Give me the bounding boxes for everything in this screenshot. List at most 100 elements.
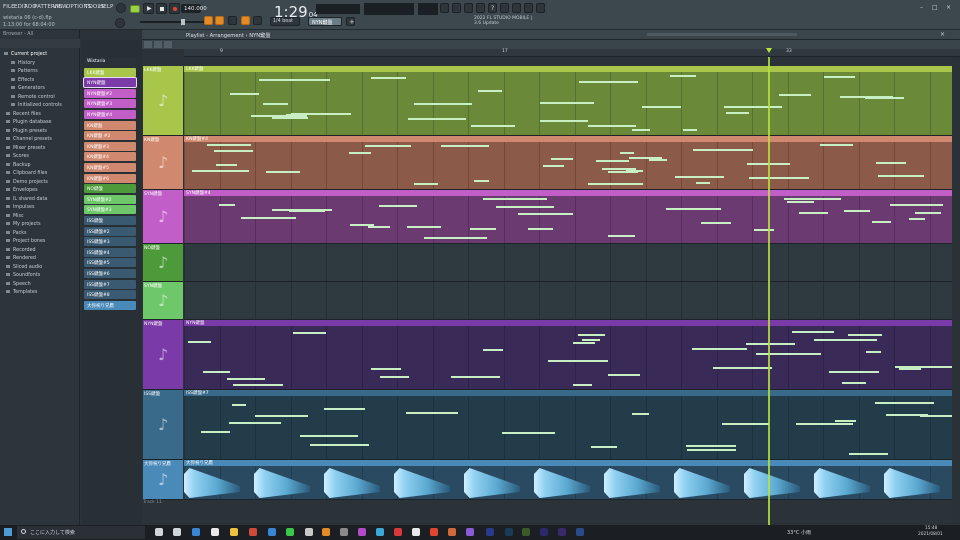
blend-orange-button[interactable] — [215, 16, 224, 25]
browser-item-6[interactable]: Initialized controls — [11, 103, 62, 108]
browser-item-3[interactable]: Effects — [11, 78, 34, 83]
close-icon[interactable]: × — [946, 4, 951, 11]
tool-select-icon[interactable] — [164, 41, 172, 48]
channel-rack-button[interactable] — [464, 3, 473, 13]
browser-item-13[interactable]: Backup — [6, 163, 31, 168]
browser-item-11[interactable]: Mixer presets — [6, 146, 45, 151]
pattern-item[interactable]: KN鍵盤#3 — [84, 141, 136, 151]
track-header[interactable]: NYN鍵盤 ♪ — [143, 320, 183, 390]
line-icon[interactable] — [286, 528, 294, 536]
pattern-item[interactable]: KN鍵盤 #2 — [84, 131, 136, 141]
pattern-item[interactable]: ISS鍵盤#2 — [84, 226, 136, 236]
pencil-tool-button[interactable] — [241, 16, 250, 25]
pattern-item[interactable]: KN鍵盤 — [84, 120, 136, 130]
browser-item-26[interactable]: Soundfonts — [6, 273, 40, 278]
browser-item-24[interactable]: Rendered — [6, 256, 36, 261]
add-pattern-button[interactable]: + — [346, 17, 355, 26]
mixer-button[interactable] — [476, 3, 485, 13]
browser-item-22[interactable]: Project bones — [6, 239, 45, 244]
mail-icon[interactable] — [192, 528, 200, 536]
maximize-icon[interactable]: □ — [932, 4, 938, 11]
tool-button-a[interactable] — [228, 16, 237, 25]
clip-header[interactable]: LKK鍵盤 — [184, 66, 952, 72]
play-button[interactable]: ▶ — [143, 3, 154, 14]
pattern-item[interactable]: NYN鍵盤#3 — [84, 99, 136, 109]
playlist-track[interactable]: ISS鍵盤#7 — [184, 390, 952, 460]
browser-item-1[interactable]: History — [11, 61, 35, 66]
pattern-item[interactable]: NYN鍵盤#2 — [84, 88, 136, 98]
browser-item-20[interactable]: My projects — [6, 222, 41, 227]
browser-item-15[interactable]: Demo projects — [6, 180, 48, 185]
browser-item-10[interactable]: Channel presets — [6, 137, 52, 142]
windows-start-icon[interactable] — [4, 528, 12, 536]
clip-header[interactable]: KN鍵盤#4 — [184, 136, 952, 142]
track-header[interactable]: ISS鍵盤 ♪ — [143, 390, 183, 460]
playlist-track[interactable]: KN鍵盤#4 — [184, 136, 952, 190]
app-icon-g[interactable] — [466, 528, 474, 536]
vertical-scrollbar[interactable] — [952, 57, 960, 525]
track-header[interactable]: SYN鍵盤 ♪ — [143, 190, 183, 244]
pattern-item[interactable]: Wistaria — [84, 57, 136, 66]
app-icon-a[interactable] — [340, 528, 348, 536]
pattern-item[interactable]: KN鍵盤#6 — [84, 173, 136, 183]
pattern-item[interactable]: SYN鍵盤#3 — [84, 205, 136, 215]
browser-item-21[interactable]: Packs — [6, 231, 27, 236]
task-view-icon[interactable] — [155, 528, 163, 536]
snap-orange-button[interactable] — [204, 16, 213, 25]
after-effects-icon[interactable] — [558, 528, 566, 536]
master-volume-knob[interactable] — [116, 3, 126, 13]
browser-item-7[interactable]: Recent files — [6, 112, 41, 117]
snap-select[interactable]: 1/4 beat — [270, 17, 300, 26]
clip-header[interactable]: 大弥祝り兄鷹 — [184, 460, 952, 466]
app-icon-red[interactable] — [249, 528, 257, 536]
playlist-track[interactable]: NYN鍵盤 — [184, 320, 952, 390]
weather-status[interactable]: 33°C 小雨 — [787, 529, 811, 536]
app-icon-b[interactable] — [358, 528, 366, 536]
news-panel[interactable]: 2022 FL STUDIO MOBILE | 3.6 Update — [474, 16, 532, 26]
pattern-item[interactable]: NO鍵盤 — [84, 184, 136, 194]
clip-header[interactable]: NYN鍵盤 — [184, 320, 952, 326]
pattern-item[interactable]: KN鍵盤#5 — [84, 163, 136, 172]
browser-item-28[interactable]: Templates — [6, 290, 37, 295]
tool-button-b[interactable] — [253, 16, 262, 25]
browser-item-2[interactable]: Patterns — [11, 69, 38, 74]
playhead-line[interactable] — [768, 57, 770, 525]
app-icon-d[interactable] — [394, 528, 402, 536]
clock-date[interactable]: 2021/08/01 — [918, 532, 943, 537]
clip-header[interactable]: SYN鍵盤#4 — [184, 190, 952, 196]
pattern-item[interactable]: 大弥祝り兄鷹 — [84, 300, 136, 310]
browser-item-5[interactable]: Remote control — [11, 95, 55, 100]
app-icon-c[interactable] — [376, 528, 384, 536]
fl-studio-taskbar-icon[interactable] — [322, 528, 330, 536]
app-icon-f[interactable] — [448, 528, 456, 536]
pattern-item[interactable]: LKK鍵盤 — [84, 67, 136, 77]
premiere-icon[interactable] — [486, 528, 494, 536]
taskbar-search-box[interactable]: ここに入力して検索 — [17, 526, 145, 539]
menu-file[interactable]: FILE — [3, 4, 15, 10]
browser-item-0[interactable]: Current project — [4, 52, 47, 57]
file-explorer-icon[interactable] — [230, 528, 238, 536]
record-button[interactable] — [169, 3, 180, 14]
playlist-track[interactable]: LKK鍵盤 — [184, 66, 952, 136]
menu-help[interactable]: HELP — [99, 4, 113, 10]
browser-item-27[interactable]: Speech — [6, 282, 31, 287]
playlist-breadcrumb[interactable]: Playlist - Arrangement › NYN鍵盤 — [186, 32, 271, 39]
pattern-selector[interactable]: NYN鍵盤 — [308, 17, 342, 26]
help-button[interactable]: ? — [488, 3, 497, 13]
pattern-item[interactable]: KN鍵盤#4 — [84, 152, 136, 162]
playlist-track[interactable]: SYN鍵盤#4 — [184, 190, 952, 244]
pattern-item[interactable]: ISS鍵盤 — [84, 216, 136, 225]
playlist-track[interactable] — [184, 282, 952, 320]
stop-button[interactable] — [156, 3, 167, 14]
playlist-close-icon[interactable]: × — [940, 31, 945, 38]
track-header[interactable]: 大弥祝り兄鷹 ♪ — [143, 460, 183, 500]
track-header[interactable]: KN鍵盤 ♪ — [143, 136, 183, 190]
app-icon-i[interactable] — [576, 528, 584, 536]
browser-item-12[interactable]: Scores — [6, 154, 29, 159]
master-volume-slider[interactable] — [140, 19, 208, 25]
pattern-item[interactable]: NYN鍵盤 — [83, 77, 137, 89]
pat-song-toggle[interactable] — [130, 5, 140, 13]
app-icon-blue[interactable] — [268, 528, 276, 536]
browser-item-19[interactable]: Misc — [6, 214, 24, 219]
touch-keyboard-button[interactable] — [524, 3, 533, 13]
